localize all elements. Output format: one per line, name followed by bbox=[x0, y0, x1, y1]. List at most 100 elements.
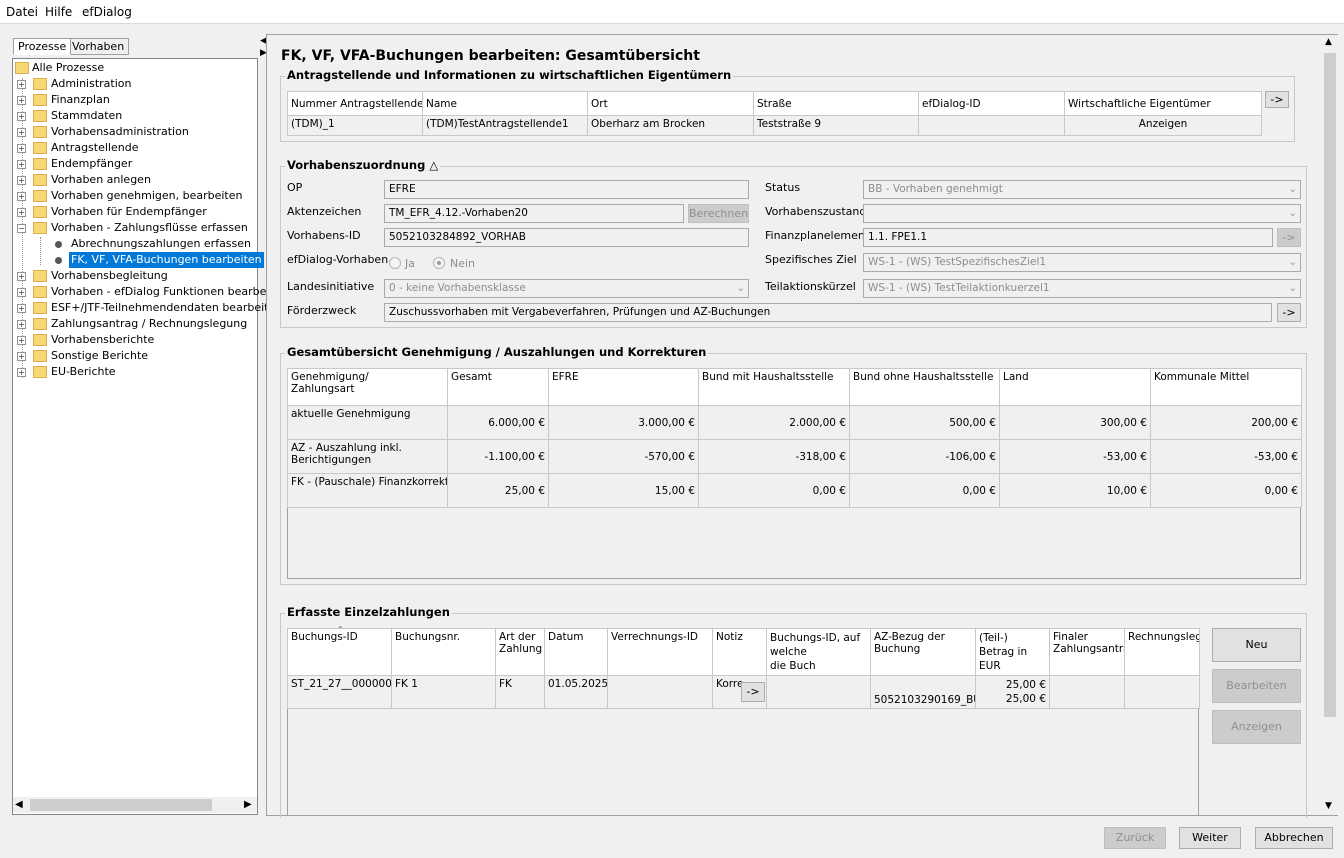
tree-item-selected[interactable]: FK, VF, VFA-Buchungen bearbeiten bbox=[69, 252, 264, 268]
aktenzeichen-field[interactable]: TM_EFR_4.12.-Vorhaben20 bbox=[384, 204, 684, 223]
teilaktion-select[interactable]: WS-1 - (WS) TestTeilaktionkuerzel1 ⌄ bbox=[863, 279, 1301, 298]
radio-ja[interactable] bbox=[389, 257, 401, 269]
expand-icon[interactable]: + bbox=[17, 176, 26, 185]
table-row[interactable]: aktuelle Genehmigung 6.000,00 € 3.000,00… bbox=[287, 405, 1302, 440]
col-header[interactable]: Straße bbox=[753, 91, 919, 116]
tree-item[interactable]: EU-Berichte bbox=[51, 364, 116, 380]
tree-item[interactable]: Administration bbox=[51, 76, 132, 92]
expand-icon[interactable]: + bbox=[17, 304, 26, 313]
col-header[interactable]: Rechnungslegu bbox=[1124, 628, 1200, 676]
col-header[interactable]: Genehmigung/ Zahlungsart bbox=[287, 368, 448, 406]
expand-icon[interactable]: + bbox=[17, 112, 26, 121]
expand-icon[interactable]: + bbox=[17, 80, 26, 89]
tree-item[interactable]: Vorhaben für Endempfänger bbox=[51, 204, 207, 220]
col-header[interactable]: Bund mit Haushaltsstelle bbox=[698, 368, 850, 406]
tree-item[interactable]: Vorhaben - efDialog Funktionen bearbeite… bbox=[51, 284, 288, 300]
tree-root[interactable]: Alle Prozesse bbox=[32, 60, 104, 76]
col-header[interactable]: Ort bbox=[587, 91, 754, 116]
tab-vorhaben[interactable]: Vorhaben bbox=[67, 38, 130, 55]
expand-icon[interactable]: + bbox=[17, 368, 26, 377]
tree-item[interactable]: Sonstige Berichte bbox=[51, 348, 148, 364]
expand-icon[interactable]: + bbox=[17, 272, 26, 281]
menu-datei[interactable]: Datei bbox=[6, 5, 38, 19]
expand-icon[interactable]: + bbox=[17, 320, 26, 329]
tree-item[interactable]: Vorhabensbegleitung bbox=[51, 268, 168, 284]
expand-icon[interactable]: + bbox=[17, 96, 26, 105]
tree-item[interactable]: Vorhaben anlegen bbox=[51, 172, 151, 188]
col-header[interactable]: Verrechnungs-ID bbox=[607, 628, 713, 676]
col-header[interactable]: Finaler Zahlungsantrag bbox=[1049, 628, 1125, 676]
tab-prozesse[interactable]: Prozesse bbox=[13, 38, 72, 55]
expand-icon[interactable]: + bbox=[17, 192, 26, 201]
scroll-down-icon[interactable]: ▼ bbox=[1325, 801, 1332, 811]
table-row[interactable]: ST_21_27__0000000 FK 1 FK 01.05.2025 Kor… bbox=[287, 675, 1200, 709]
expand-icon[interactable]: + bbox=[17, 128, 26, 137]
col-header[interactable]: Buchungs-ID bbox=[287, 628, 392, 676]
expand-icon[interactable]: + bbox=[17, 208, 26, 217]
col-header[interactable]: Buchungs-ID, auf welche die Buch bbox=[766, 628, 871, 676]
status-select[interactable]: BB - Vorhaben genehmigt ⌄ bbox=[863, 180, 1301, 199]
scroll-thumb[interactable] bbox=[1324, 53, 1336, 717]
tree-item[interactable]: Abrechnungszahlungen erfassen bbox=[69, 236, 253, 252]
finanzplanelement-field[interactable]: 1.1. FPE1.1 bbox=[863, 228, 1273, 247]
col-header[interactable]: Datum bbox=[544, 628, 608, 676]
tree-item[interactable]: Vorhaben genehmigen, bearbeiten bbox=[51, 188, 242, 204]
col-header[interactable]: Land bbox=[999, 368, 1151, 406]
vorhabenszustand-select[interactable]: ⌄ bbox=[863, 204, 1301, 223]
col-header[interactable]: EFRE bbox=[548, 368, 699, 406]
op-field[interactable]: EFRE bbox=[384, 180, 749, 199]
tree-item[interactable]: Zahlungsantrag / Rechnungslegung bbox=[51, 316, 247, 332]
neu-button[interactable]: Neu bbox=[1212, 628, 1301, 662]
expand-icon[interactable]: + bbox=[17, 352, 26, 361]
foerderzweck-field[interactable]: Zuschussvorhaben mit Vergabeverfahren, P… bbox=[384, 303, 1272, 322]
col-header[interactable]: Name bbox=[422, 91, 588, 116]
col-header[interactable]: efDialog-ID bbox=[918, 91, 1065, 116]
col-header[interactable]: AZ-Bezug der Buchung bbox=[870, 628, 976, 676]
collapse-icon[interactable]: − bbox=[17, 224, 26, 233]
anzeigen-owner-button[interactable]: Anzeigen bbox=[1064, 115, 1262, 136]
tree-item[interactable]: Antragstellende bbox=[51, 140, 138, 156]
scroll-left-icon[interactable]: ◀ bbox=[15, 799, 23, 810]
menu-efdialog[interactable]: efDialog bbox=[82, 5, 132, 19]
antrag-nav-button[interactable]: -> bbox=[1265, 91, 1289, 108]
col-header[interactable]: (Teil-) Betrag in EUR bbox=[975, 628, 1050, 676]
col-header[interactable]: Notiz bbox=[712, 628, 767, 676]
scroll-thumb[interactable] bbox=[30, 799, 212, 811]
tree-item[interactable]: Vorhabensberichte bbox=[51, 332, 154, 348]
expand-icon[interactable]: + bbox=[17, 144, 26, 153]
col-header[interactable]: Gesamt bbox=[447, 368, 549, 406]
bearbeiten-button[interactable]: Bearbeiten bbox=[1212, 669, 1301, 703]
menu-hilfe[interactable]: Hilfe bbox=[45, 5, 72, 19]
col-header[interactable]: Wirtschaftliche Eigentümer bbox=[1064, 91, 1262, 116]
berechnen-button[interactable]: Berechnen bbox=[688, 204, 749, 223]
scroll-up-icon[interactable]: ▲ bbox=[1325, 37, 1332, 47]
tree-item[interactable]: Endempfänger bbox=[51, 156, 132, 172]
col-header[interactable]: Nummer Antragstellende bbox=[287, 91, 423, 116]
expand-icon[interactable]: + bbox=[17, 336, 26, 345]
col-header[interactable]: Kommunale Mittel bbox=[1150, 368, 1302, 406]
tree-horizontal-scrollbar[interactable]: ◀ ▶ bbox=[13, 797, 257, 813]
expand-icon[interactable]: + bbox=[17, 288, 26, 297]
table-row[interactable]: AZ - Auszahlung inkl. Berichtigungen -1.… bbox=[287, 439, 1302, 474]
tree-item[interactable]: Vorhaben - Zahlungsflüsse erfassen bbox=[51, 220, 248, 236]
zurueck-button[interactable]: Zurück bbox=[1104, 827, 1166, 849]
content-vertical-scrollbar[interactable]: ▲ ▼ bbox=[1322, 35, 1338, 815]
col-header[interactable]: Bund ohne Haushaltsstelle bbox=[849, 368, 1000, 406]
radio-nein[interactable] bbox=[433, 257, 445, 269]
tree-item[interactable]: ESF+/JTF-Teilnehmendendaten bearbeiten bbox=[51, 300, 282, 316]
foerderzweck-nav-button[interactable]: -> bbox=[1277, 303, 1301, 322]
tree-item[interactable]: Stammdaten bbox=[51, 108, 122, 124]
spezifisches-ziel-select[interactable]: WS-1 - (WS) TestSpezifischesZiel1 ⌄ bbox=[863, 253, 1301, 272]
anzeigen-button[interactable]: Anzeigen bbox=[1212, 710, 1301, 744]
finanzplanelement-nav-button[interactable]: -> bbox=[1277, 228, 1301, 247]
tree-item[interactable]: Finanzplan bbox=[51, 92, 110, 108]
expand-icon[interactable]: + bbox=[17, 160, 26, 169]
col-header[interactable]: Art der Zahlung bbox=[495, 628, 545, 676]
notiz-nav-button[interactable]: -> bbox=[741, 682, 765, 702]
table-row[interactable]: FK - (Pauschale) Finanzkorrektur 25,00 €… bbox=[287, 473, 1302, 508]
table-row[interactable]: (TDM)_1 (TDM)TestAntragstellende1 Oberha… bbox=[287, 115, 1262, 136]
tree-item[interactable]: Vorhabensadministration bbox=[51, 124, 189, 140]
col-header[interactable]: Buchungsnr. bbox=[391, 628, 496, 676]
scroll-right-icon[interactable]: ▶ bbox=[244, 799, 252, 810]
weiter-button[interactable]: Weiter bbox=[1179, 827, 1241, 849]
